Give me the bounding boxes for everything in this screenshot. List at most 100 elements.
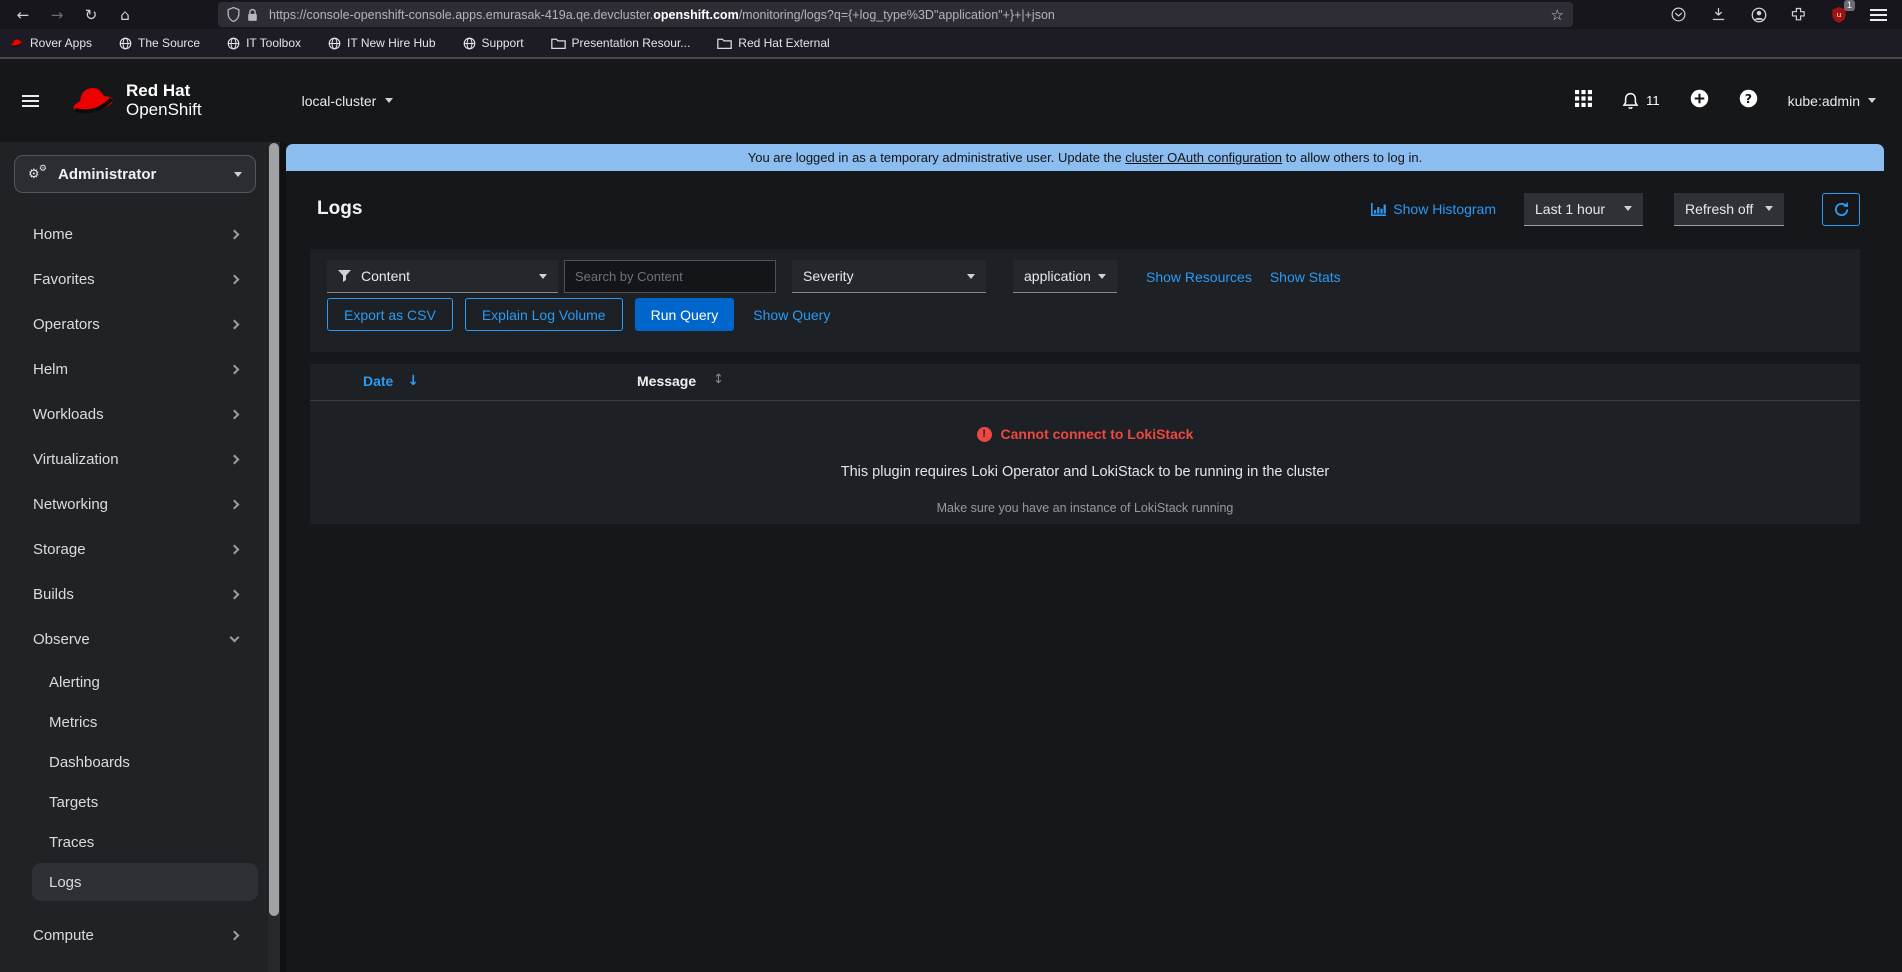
- sidebar-item-logs[interactable]: Logs: [32, 863, 258, 901]
- folder-icon: [717, 38, 733, 49]
- reload-button[interactable]: ↻: [74, 0, 108, 29]
- pocket-icon[interactable]: [1669, 5, 1688, 24]
- tenant-dropdown[interactable]: application: [1013, 260, 1117, 293]
- show-query-link[interactable]: Show Query: [753, 307, 830, 323]
- svg-text:?: ?: [1745, 91, 1752, 105]
- sidebar-item-storage[interactable]: Storage: [0, 527, 268, 572]
- globe-icon: [119, 37, 132, 49]
- tracking-shield-icon[interactable]: [227, 7, 240, 22]
- sidebar-item-favorites[interactable]: Favorites: [0, 257, 268, 302]
- filter-links: Show Resources Show Stats: [1146, 260, 1341, 293]
- openshift-logo[interactable]: Red Hat OpenShift: [70, 81, 202, 119]
- gears-icon: ⚙ ⚙: [28, 164, 47, 182]
- chevron-right-icon: [229, 364, 240, 375]
- notifications-button[interactable]: 11: [1622, 92, 1660, 110]
- sidebar-item-workloads[interactable]: Workloads: [0, 392, 268, 437]
- page-title: Logs: [317, 198, 363, 219]
- quick-create-plus-icon[interactable]: [1690, 89, 1709, 113]
- account-icon[interactable]: [1749, 5, 1768, 24]
- redhat-icon: [11, 39, 24, 47]
- main-content: You are logged in as a temporary adminis…: [286, 142, 1902, 972]
- sidebar-item-alerting[interactable]: Alerting: [0, 662, 268, 702]
- chevron-right-icon: [229, 409, 240, 420]
- filter-funnel-icon: [338, 270, 351, 282]
- globe-icon: [328, 37, 341, 49]
- refresh-now-button[interactable]: [1822, 192, 1860, 226]
- filter-toolbar-card: Content Severity application Show Resour…: [310, 249, 1860, 352]
- chevron-down-icon: [1868, 98, 1876, 103]
- forward-button[interactable]: →: [40, 0, 74, 29]
- sidebar-item-virtualization[interactable]: Virtualization: [0, 437, 268, 482]
- menu-hamburger-icon[interactable]: [1869, 5, 1888, 24]
- chevron-down-icon: [539, 273, 547, 279]
- column-header-message[interactable]: Message: [637, 373, 696, 389]
- sidebar-scrollbar-thumb[interactable]: [269, 143, 279, 916]
- adblock-shield-icon[interactable]: u 1: [1829, 0, 1855, 24]
- masthead: Red Hat OpenShift local-cluster 11 ? kub…: [0, 59, 1902, 142]
- chevron-down-icon: [967, 273, 975, 279]
- exclamation-circle-icon: !: [976, 426, 992, 442]
- bell-icon: [1622, 92, 1639, 109]
- severity-dropdown[interactable]: Severity: [792, 260, 986, 293]
- lock-warning-icon[interactable]: [247, 8, 258, 22]
- show-stats-link[interactable]: Show Stats: [1270, 269, 1341, 285]
- bookmark-it-new-hire-hub[interactable]: IT New Hire Hub: [328, 36, 436, 50]
- chevron-down-icon: [1765, 206, 1773, 211]
- cluster-selector[interactable]: local-cluster: [302, 93, 394, 109]
- chevron-right-icon: [229, 930, 240, 941]
- error-title-row: ! Cannot connect to LokiStack: [310, 426, 1860, 442]
- sidebar-item-operators[interactable]: Operators: [0, 302, 268, 347]
- sidebar-item-dashboards[interactable]: Dashboards: [0, 742, 268, 782]
- help-question-icon[interactable]: ?: [1739, 89, 1758, 113]
- svg-text:u: u: [1836, 10, 1841, 19]
- sidebar-nav: Home Favorites Operators Helm Workloads …: [0, 212, 268, 958]
- home-button[interactable]: ⌂: [108, 0, 142, 29]
- sort-both-icon[interactable]: ↕: [713, 372, 724, 387]
- show-histogram-link[interactable]: Show Histogram: [1371, 201, 1496, 217]
- sidebar-item-metrics[interactable]: Metrics: [0, 702, 268, 742]
- bookmark-rover-apps[interactable]: Rover Apps: [10, 36, 92, 50]
- run-query-button[interactable]: Run Query: [634, 298, 735, 331]
- downloads-icon[interactable]: [1709, 5, 1728, 24]
- sidebar-item-helm[interactable]: Helm: [0, 347, 268, 392]
- sidebar-item-observe[interactable]: Observe: [0, 617, 268, 662]
- extension-badge: 1: [1843, 0, 1855, 11]
- export-csv-button[interactable]: Export as CSV: [327, 298, 453, 331]
- nav-toggle-hamburger-icon[interactable]: [22, 94, 40, 108]
- explain-log-volume-button[interactable]: Explain Log Volume: [464, 298, 623, 331]
- bookmark-support[interactable]: Support: [463, 36, 524, 50]
- perspective-switcher[interactable]: ⚙ ⚙ Administrator: [14, 155, 256, 193]
- search-input[interactable]: [564, 260, 776, 293]
- app-launcher-grid-icon[interactable]: [1575, 89, 1593, 112]
- column-header-date[interactable]: Date ↓: [363, 373, 419, 389]
- time-range-dropdown[interactable]: Last 1 hour: [1524, 192, 1643, 226]
- bookmark-the-source[interactable]: The Source: [119, 36, 200, 50]
- sidebar-item-compute[interactable]: Compute: [0, 913, 268, 958]
- masthead-right: 11 ? kube:admin: [1575, 89, 1902, 113]
- sidebar-item-networking[interactable]: Networking: [0, 482, 268, 527]
- chevron-down-icon: [1098, 273, 1106, 279]
- sidebar-item-targets[interactable]: Targets: [0, 782, 268, 822]
- show-resources-link[interactable]: Show Resources: [1146, 269, 1252, 285]
- chevron-right-icon: [229, 454, 240, 465]
- chevron-down-icon: [229, 632, 240, 643]
- bookmark-folder-presentation[interactable]: Presentation Resour...: [550, 36, 690, 50]
- attribute-filter-dropdown[interactable]: Content: [327, 260, 558, 293]
- table-header: Date ↓ Message ↕: [310, 364, 1860, 401]
- sidebar-item-home[interactable]: Home: [0, 212, 268, 257]
- sidebar-item-builds[interactable]: Builds: [0, 572, 268, 617]
- bookmark-it-toolbox[interactable]: IT Toolbox: [227, 36, 301, 50]
- bookmark-star-icon[interactable]: ☆: [1551, 6, 1564, 24]
- user-menu[interactable]: kube:admin: [1788, 93, 1876, 109]
- chevron-right-icon: [229, 229, 240, 240]
- refresh-interval-dropdown[interactable]: Refresh off: [1674, 192, 1784, 226]
- url-bar[interactable]: https://console-openshift-console.apps.e…: [218, 2, 1573, 27]
- bookmarks-bar: Rover Apps The Source IT Toolbox IT New …: [0, 29, 1902, 57]
- bookmark-folder-redhat-external[interactable]: Red Hat External: [717, 36, 830, 50]
- sort-descending-icon: ↓: [407, 373, 420, 389]
- sidebar-item-traces[interactable]: Traces: [0, 822, 268, 862]
- back-button[interactable]: ←: [6, 0, 40, 29]
- extensions-puzzle-icon[interactable]: [1789, 5, 1808, 24]
- cluster-oauth-link[interactable]: cluster OAuth configuration: [1125, 150, 1282, 165]
- app-frame: ⚙ ⚙ Administrator Home Favorites Operator…: [0, 142, 1902, 972]
